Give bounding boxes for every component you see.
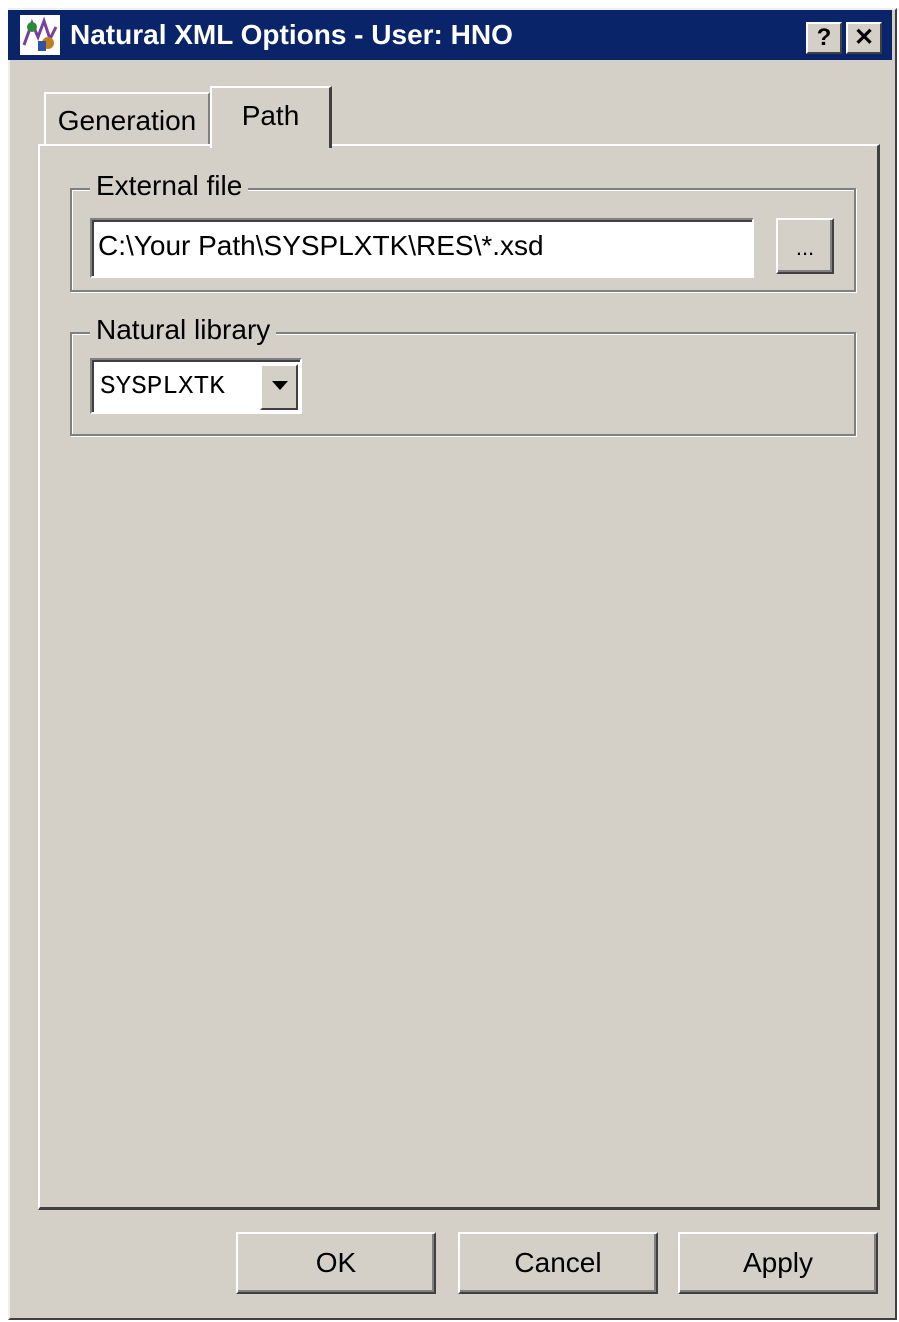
title-bar[interactable]: Natural XML Options - User: HNO ? ✕ — [8, 10, 892, 60]
window-title: Natural XML Options - User: HNO — [70, 19, 513, 50]
apply-button[interactable]: Apply — [678, 1232, 878, 1294]
external-file-group: External file C:\Your Path\SYSPLXTK\RES\… — [70, 168, 856, 292]
tab-panel-path: External file C:\Your Path\SYSPLXTK\RES\… — [38, 144, 880, 1210]
browse-button[interactable]: ... — [776, 218, 834, 274]
natural-library-group: Natural library SYSPLXTK — [70, 312, 856, 436]
tab-generation[interactable]: Generation — [44, 92, 210, 146]
cancel-button[interactable]: Cancel — [458, 1232, 658, 1294]
natural-library-value: SYSPLXTK — [100, 371, 225, 401]
external-file-input[interactable]: C:\Your Path\SYSPLXTK\RES\*.xsd — [90, 218, 754, 278]
natural-library-select[interactable]: SYSPLXTK — [90, 358, 302, 414]
tab-path[interactable]: Path — [210, 86, 332, 148]
natural-app-icon — [20, 15, 60, 55]
ok-button[interactable]: OK — [236, 1232, 436, 1294]
help-button[interactable]: ? — [806, 22, 842, 54]
natural-library-label: Natural library — [90, 312, 277, 348]
external-file-label: External file — [90, 168, 249, 204]
close-button[interactable]: ✕ — [846, 22, 882, 54]
chevron-down-icon[interactable] — [260, 364, 298, 410]
